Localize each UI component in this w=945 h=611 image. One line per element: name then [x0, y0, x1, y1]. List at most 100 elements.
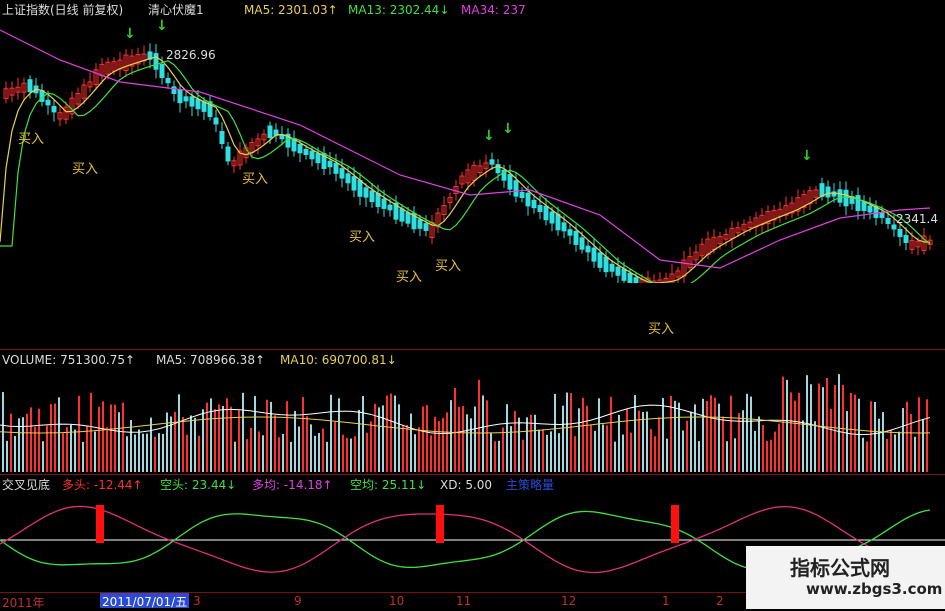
volume-bar	[186, 434, 188, 472]
volume-bar	[50, 404, 52, 472]
candle	[879, 211, 885, 219]
volume-bar	[790, 392, 792, 472]
candle	[399, 208, 405, 222]
volume-bar	[106, 427, 108, 472]
axis-month-label: 11	[456, 594, 472, 608]
volume-bar	[130, 419, 132, 472]
volume-bar	[306, 416, 308, 472]
candle	[213, 117, 219, 125]
volume-bar	[346, 437, 348, 472]
volume-bar	[722, 416, 724, 472]
volume-bar	[734, 438, 736, 472]
volume-readout: VOLUME: 751300.75↑	[2, 353, 136, 367]
volume-bar	[202, 409, 204, 472]
volume-bar	[418, 427, 420, 472]
candle	[225, 146, 231, 162]
candle	[177, 89, 183, 104]
buy-signal-label: 买入	[349, 230, 376, 245]
volume-bar	[266, 399, 268, 472]
volume-bar	[230, 406, 232, 472]
candle	[603, 256, 609, 273]
volume-bar	[654, 436, 656, 472]
candle	[45, 99, 51, 106]
candle	[375, 192, 381, 208]
volume-bar	[414, 434, 416, 472]
volume-bar	[30, 407, 32, 472]
volume-bar	[786, 379, 788, 472]
candle	[381, 198, 387, 209]
volume-bar	[122, 402, 124, 472]
candle	[897, 229, 903, 237]
volume-bar	[482, 395, 484, 472]
volume-bar	[134, 434, 136, 472]
volume-bar	[590, 424, 592, 472]
candle	[567, 229, 573, 236]
volume-bar	[158, 433, 160, 472]
volume-bar	[426, 405, 428, 472]
axis-year-label: 2011年	[2, 596, 45, 610]
volume-bar	[538, 429, 540, 472]
candle	[555, 213, 561, 231]
volume-bar	[602, 424, 604, 472]
volume-bar	[750, 396, 752, 472]
volume-bar	[854, 394, 856, 472]
volume-bar	[282, 433, 284, 472]
candle	[357, 179, 363, 197]
volume-bar	[902, 408, 904, 472]
volume-bar	[374, 403, 376, 472]
volume-bar	[90, 392, 92, 472]
volume-bar	[502, 427, 504, 472]
candle	[819, 183, 825, 197]
volume-bar	[666, 438, 668, 472]
volume-bar	[422, 406, 424, 472]
volume-bar	[646, 411, 648, 472]
candle	[315, 152, 321, 164]
candle	[513, 180, 519, 197]
volume-bar	[686, 420, 688, 472]
volume-bar	[618, 414, 620, 472]
volume-bar	[766, 440, 768, 472]
volume-bar	[58, 397, 60, 472]
volume-bar	[694, 404, 696, 472]
volume-bar	[758, 416, 760, 472]
axis-month-label: 2	[716, 594, 724, 608]
volume-bar	[494, 441, 496, 472]
buy-signal-label: 买入	[18, 132, 45, 147]
volume-bar	[370, 421, 372, 472]
volume-bar	[706, 401, 708, 472]
volume-bar	[246, 439, 248, 472]
volume-ma5-readout: MA5: 708966.38↑	[156, 353, 266, 367]
volume-bar	[386, 395, 388, 472]
candle	[591, 247, 597, 262]
candle	[627, 272, 633, 284]
volume-bar	[882, 412, 884, 472]
volume-bar	[162, 433, 164, 472]
duotou-readout: 多头: -12.44↑	[62, 478, 143, 492]
volume-bar	[354, 436, 356, 472]
volume-bar	[154, 436, 156, 472]
volume-bar	[218, 404, 220, 472]
volume-bar	[522, 439, 524, 472]
site-watermark: 指标公式网 www.zbgs3.com	[746, 546, 945, 609]
bottom-signal-bar	[96, 505, 104, 543]
volume-bar	[294, 410, 296, 472]
volume-bar	[782, 376, 784, 472]
candle	[339, 168, 345, 179]
volume-bar	[554, 393, 556, 472]
volume-bar	[286, 401, 288, 472]
volume-bar	[630, 432, 632, 472]
candle	[345, 173, 351, 184]
indicator-name: 清心伏魔1	[148, 3, 204, 17]
volume-bar	[470, 418, 472, 472]
volume-bar	[254, 396, 256, 472]
candle	[837, 189, 843, 203]
candle	[195, 98, 201, 110]
volume-bar	[234, 441, 236, 472]
volume-bar	[222, 405, 224, 472]
volume-bar	[642, 411, 644, 472]
volume-bar	[358, 409, 360, 472]
candle	[489, 159, 495, 165]
candle	[825, 186, 831, 198]
candle	[309, 150, 315, 160]
volume-bar	[714, 397, 716, 472]
